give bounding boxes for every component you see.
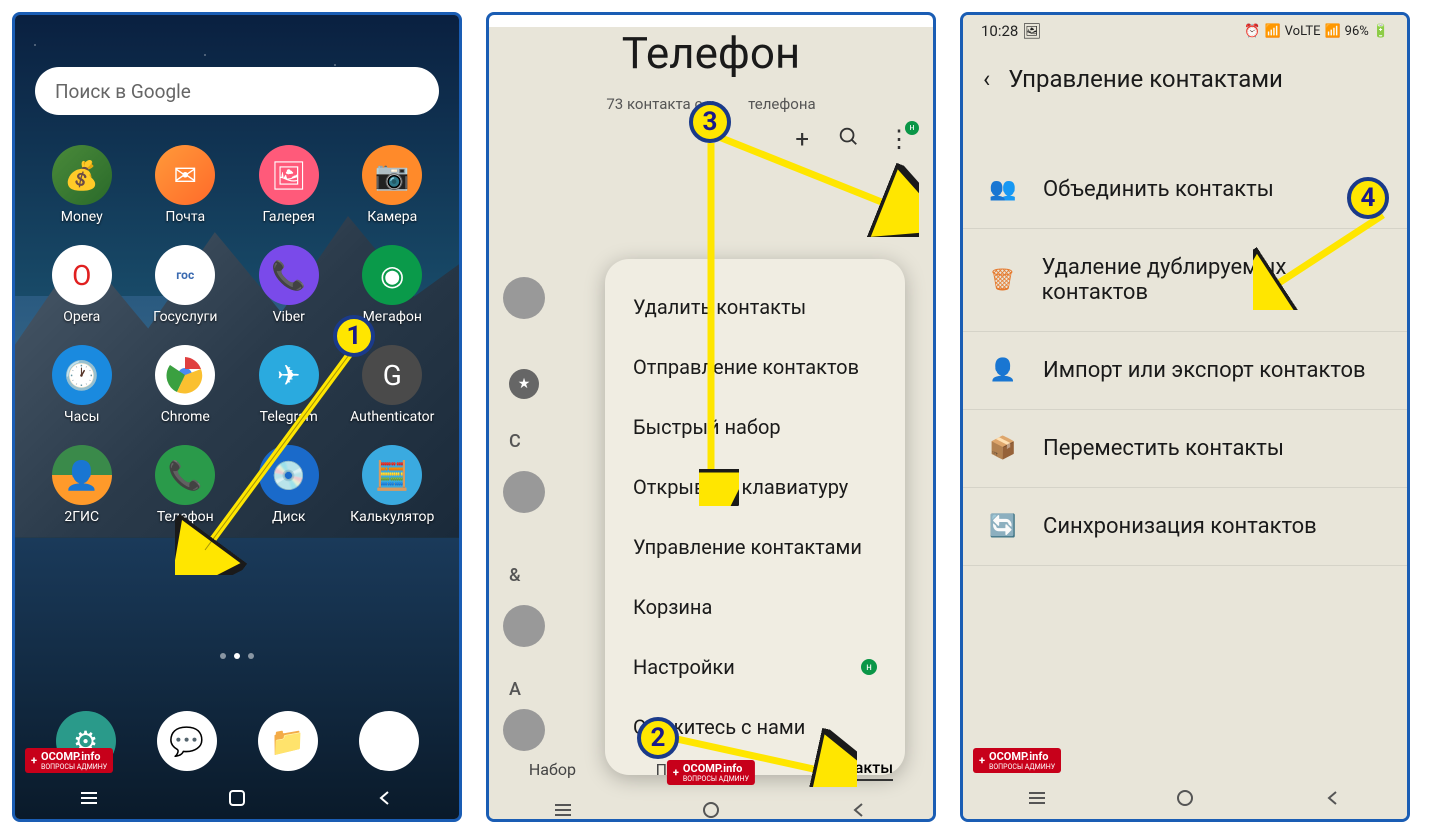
nav-home-icon[interactable] — [1173, 786, 1197, 810]
app-camera[interactable]: 📷Камера — [346, 145, 440, 225]
context-menu: Удалить контакты Отправление контактов Б… — [605, 259, 905, 775]
nav-bar — [489, 789, 933, 822]
overflow-menu-icon[interactable]: ⋮н — [887, 125, 911, 153]
callout-1: 1 — [333, 315, 375, 357]
watermark: + OCOMP.infoВОПРОСЫ АДМИНУ — [667, 760, 755, 785]
menu-settings[interactable]: Настройкин — [605, 637, 905, 697]
menu-delete-contacts[interactable]: Удалить контакты — [605, 277, 905, 337]
contact-avatar[interactable] — [503, 605, 545, 647]
nav-back-icon[interactable] — [373, 786, 397, 810]
dock-files-icon[interactable]: 📁 — [258, 711, 318, 771]
item-merge-contacts[interactable]: 👥Объединить контакты — [963, 151, 1407, 229]
menu-manage-contacts[interactable]: Управление контактами — [605, 517, 905, 577]
app-phone[interactable]: 📞Телефон — [139, 445, 233, 525]
tab-contacts[interactable]: Контакты — [819, 758, 893, 781]
item-import-export[interactable]: 👤Импорт или экспорт контактов — [963, 332, 1407, 410]
import-export-icon: 👤 — [987, 358, 1019, 383]
app-calculator[interactable]: 🧮Калькулятор — [346, 445, 440, 525]
watermark: + OCOMP.infoВОПРОСЫ АДМИНУ — [25, 748, 113, 773]
contact-avatar[interactable] — [503, 709, 545, 751]
callout-3: 3 — [689, 101, 731, 143]
battery-pct: 96% — [1345, 24, 1369, 39]
wifi-icon: 📶 — [1264, 24, 1280, 39]
contact-avatar[interactable] — [503, 471, 545, 513]
nav-recent-icon[interactable] — [77, 786, 101, 810]
app-opera[interactable]: OOpera — [35, 245, 129, 325]
page-indicator — [15, 653, 459, 659]
dock-apps-folder-icon[interactable]: ◇◇◇◇ — [359, 711, 419, 771]
item-move-contacts[interactable]: 📦Переместить контакты — [963, 410, 1407, 488]
phone-manage-contacts: 10:28 🖼 ⏰📶VoLTE📶96%🔋 ‹ Управление контак… — [960, 12, 1410, 822]
status-time: 10:28 — [981, 22, 1018, 40]
phone-home: Поиск в Google 💰Money ✉Почта 🖼Галерея 📷К… — [12, 12, 462, 822]
app-gosuslugi[interactable]: госГосуслуги — [139, 245, 233, 325]
callout-2: 2 — [637, 717, 679, 759]
nav-back-icon[interactable] — [847, 798, 871, 822]
status-bar: 10:28 🖼 ⏰📶VoLTE📶96%🔋 — [963, 15, 1407, 47]
watermark: + OCOMP.infoВОПРОСЫ АДМИНУ — [973, 748, 1061, 773]
callout-4: 4 — [1347, 177, 1389, 219]
nav-bar — [15, 777, 459, 819]
nav-recent-icon[interactable] — [1025, 786, 1049, 810]
section-letter: А — [509, 679, 521, 700]
sync-icon: 🔄 — [987, 514, 1019, 539]
app-clock[interactable]: 🕐Часы — [35, 345, 129, 425]
app-authenticator[interactable]: GAuthenticator — [346, 345, 440, 425]
nav-back-icon[interactable] — [1321, 786, 1345, 810]
page-title: Управление контактами — [1008, 65, 1283, 93]
back-icon[interactable]: ‹ — [983, 65, 990, 93]
favorites-star-icon: ★ — [509, 369, 539, 399]
nav-recent-icon[interactable] — [551, 798, 575, 822]
menu-speed-dial[interactable]: Быстрый набор — [605, 397, 905, 457]
merge-icon: 👥 — [987, 177, 1019, 202]
section-letter: & — [509, 565, 521, 586]
alarm-icon: ⏰ — [1244, 24, 1260, 39]
search-icon[interactable] — [837, 125, 859, 153]
signal-icon: 📶 — [1324, 24, 1340, 39]
app-viber[interactable]: 📞Viber — [242, 245, 336, 325]
app-megafon[interactable]: ◉Мегафон — [346, 245, 440, 325]
app-chrome[interactable]: Chrome — [139, 345, 233, 425]
item-delete-duplicates[interactable]: 🗑Удаление дублируемых контактов — [963, 229, 1407, 332]
phone-contacts: Телефон 73 контакта с н телефона + ⋮н ★ … — [486, 12, 936, 822]
nav-bar — [963, 777, 1407, 819]
app-telegram[interactable]: ✈Telegram — [242, 345, 336, 425]
page-title: Телефон — [489, 27, 933, 79]
menu-trash[interactable]: Корзина — [605, 577, 905, 637]
tab-dial[interactable]: Набор — [529, 760, 576, 779]
contact-avatar[interactable] — [503, 277, 545, 319]
search-placeholder: Поиск в Google — [55, 80, 191, 103]
app-mail[interactable]: ✉Почта — [139, 145, 233, 225]
add-contact-icon[interactable]: + — [795, 125, 809, 153]
app-money[interactable]: 💰Money — [35, 145, 129, 225]
menu-send-contacts[interactable]: Отправление контактов — [605, 337, 905, 397]
google-search[interactable]: Поиск в Google — [35, 67, 439, 115]
dock-messages-icon[interactable]: 💬 — [157, 711, 217, 771]
app-2gis[interactable]: 👤2ГИС — [35, 445, 129, 525]
menu-open-keyboard[interactable]: Открывать клавиатуру — [605, 457, 905, 517]
nav-home-icon[interactable] — [699, 798, 723, 822]
nav-home-icon[interactable] — [225, 786, 249, 810]
section-letter: С — [509, 431, 521, 452]
app-gallery[interactable]: 🖼Галерея — [242, 145, 336, 225]
move-icon: 📦 — [987, 436, 1019, 461]
duplicate-icon: 🗑 — [987, 268, 1018, 293]
app-disk[interactable]: 💿Диск — [242, 445, 336, 525]
item-sync-contacts[interactable]: 🔄Синхронизация контактов — [963, 488, 1407, 566]
